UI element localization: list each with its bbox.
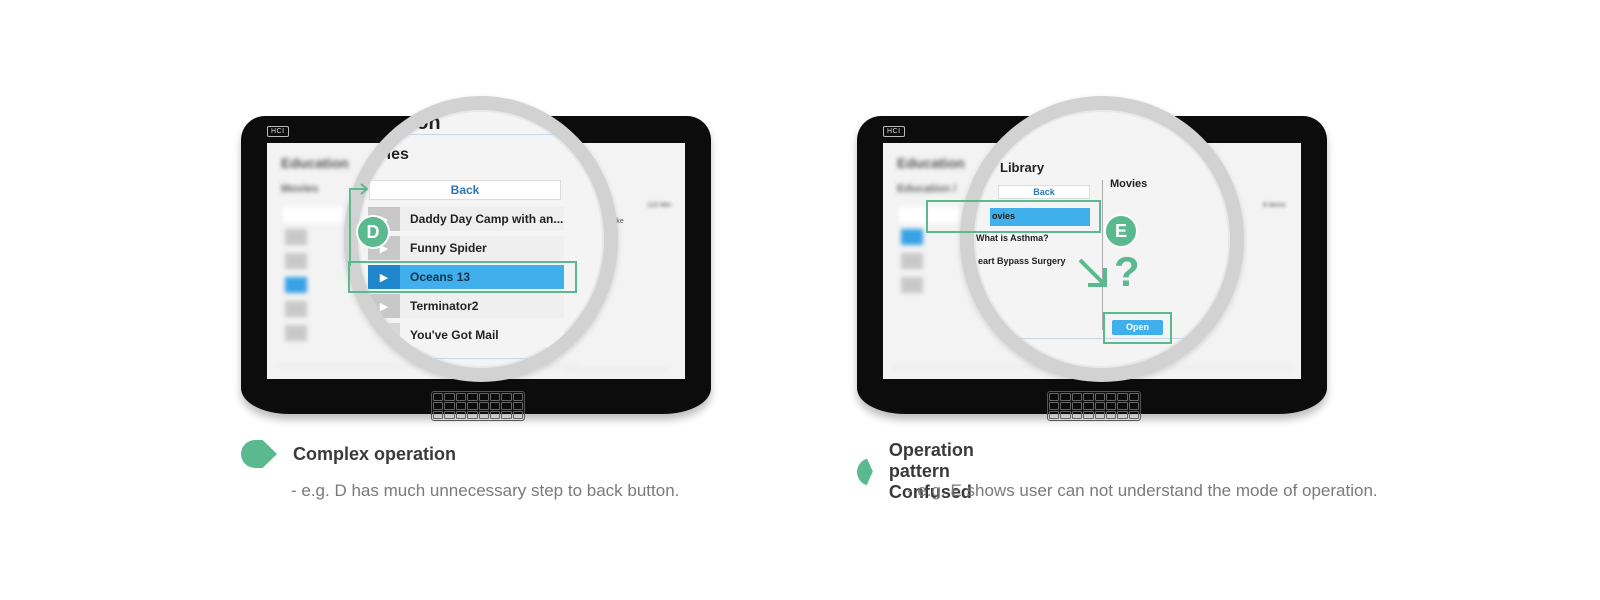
- back-button[interactable]: Back: [998, 185, 1090, 199]
- magnifier-lens: Library Back ovies What is Asthma? eart …: [960, 96, 1244, 382]
- device-keypad: [1047, 391, 1141, 421]
- magnified-heading: Library: [1000, 160, 1045, 175]
- side-text: 8 items: [1263, 202, 1286, 209]
- issue-description: - e.g. E shows user can not understand t…: [907, 481, 1378, 500]
- side-text: 110 Min: [647, 202, 672, 209]
- arrow-down-right-icon: [1078, 258, 1107, 287]
- open-button[interactable]: Open: [1112, 320, 1163, 335]
- question-mark: ?: [1114, 248, 1140, 295]
- column-divider: [1102, 180, 1103, 330]
- list-item[interactable]: What is Asthma?: [976, 233, 1049, 243]
- badge-e: E: [1104, 214, 1138, 248]
- right-panel: HCI Education Education / 8 items Librar…: [0, 0, 1378, 600]
- column-heading: Movies: [1110, 178, 1148, 190]
- list-item[interactable]: eart Bypass Surgery: [978, 256, 1066, 266]
- bullet-icon: [857, 457, 873, 486]
- selected-item-highlight: [926, 200, 1101, 233]
- hci-logo: HCI: [883, 126, 905, 137]
